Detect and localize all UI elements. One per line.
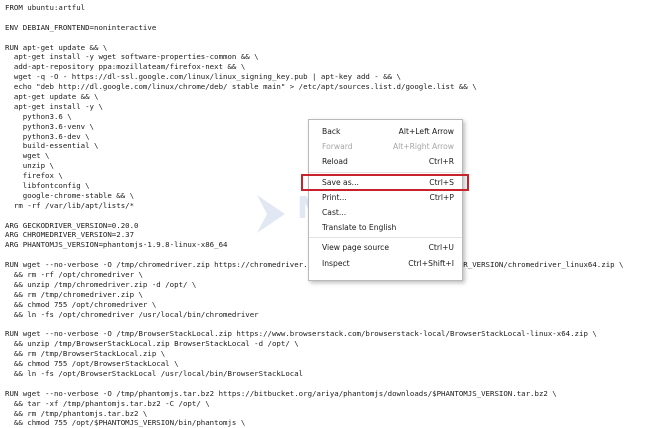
code-line: && chmod 755 /opt/BrowserStackLocal \	[5, 359, 179, 369]
menu-item-shortcut: Alt+Right Arrow	[392, 142, 454, 152]
code-line: RUN wget --no-verbose -O /tmp/BrowserSta…	[5, 329, 597, 339]
code-line: && unzip /tmp/chromedriver.zip -d /opt/ …	[5, 279, 197, 289]
menu-separator	[309, 171, 462, 173]
menu-item-shortcut: Ctrl+U	[428, 243, 454, 253]
code-line: apt-get update && \	[5, 92, 99, 102]
menu-item-translate[interactable]: Translate to English	[309, 220, 462, 235]
menu-item-shortcut: Ctrl+Shift+I	[408, 258, 454, 268]
menu-item-shortcut: Ctrl+S	[429, 177, 454, 187]
code-line: && rm /tmp/BrowserStackLocal.zip \	[5, 349, 166, 359]
code-line: && tar -xf /tmp/phantomjs.tar.bz2 -C /op…	[5, 398, 210, 408]
menu-item-label: Print...	[322, 192, 347, 202]
menu-item-label: Inspect	[322, 258, 350, 268]
menu-item-label: Reload	[322, 157, 348, 167]
menu-item-cast[interactable]: Cast...	[309, 205, 462, 220]
code-line: apt-get install -y wget software-propert…	[5, 52, 259, 62]
code-line: && rm /tmp/phantomjs.tar.bz2 \	[5, 408, 148, 418]
menu-item-label: Save as...	[322, 177, 359, 187]
code-line: && chmod 755 /opt/$PHANTOMJS_VERSION/bin…	[5, 418, 246, 428]
code-line: && ln -fs /opt/BrowserStackLocal /usr/lo…	[5, 368, 304, 378]
menu-item-label: Cast...	[322, 207, 347, 217]
code-line: wget -q -O - https://dl-ssl.google.com/l…	[5, 72, 402, 82]
menu-item-label: View page source	[322, 243, 390, 253]
code-line: && unzip /tmp/BrowserStackLocal.zip Brow…	[5, 339, 299, 349]
menu-item-save-as[interactable]: Save as... Ctrl+S	[301, 173, 469, 191]
code-line: echo "deb http://dl.google.com/linux/chr…	[5, 82, 477, 92]
menu-item-inspect[interactable]: Inspect Ctrl+Shift+I	[309, 256, 462, 271]
code-line: add-apt-repository ppa:mozillateam/firef…	[5, 62, 246, 72]
code-line: ENV DEBIAN_FRONTEND=noninteractive	[5, 22, 157, 32]
menu-item-back[interactable]: Back Alt+Left Arrow	[309, 124, 462, 139]
code-line: && ln -fs /opt/chromedriver /usr/local/b…	[5, 309, 259, 319]
menu-separator	[309, 237, 462, 239]
menu-item-forward[interactable]: Forward Alt+Right Arrow	[309, 139, 462, 154]
code-line: RUN apt-get update && \	[5, 42, 108, 52]
menu-item-shortcut: Ctrl+R	[428, 157, 454, 167]
context-menu: Back Alt+Left Arrow Forward Alt+Right Ar…	[301, 119, 469, 281]
code-line: && rm /tmp/chromedriver.zip \	[5, 289, 143, 299]
menu-item-view-page-source[interactable]: View page source Ctrl+U	[309, 240, 462, 255]
menu-item-reload[interactable]: Reload Ctrl+R	[309, 154, 462, 169]
code-line: && chmod 755 /opt/chromedriver \	[5, 299, 157, 309]
menu-item-shortcut: Alt+Left Arrow	[398, 127, 454, 136]
code-line: FROM ubuntu:artful	[5, 3, 86, 12]
menu-item-label: Translate to English	[322, 223, 397, 233]
code-line: apt-get install -y \	[5, 101, 103, 111]
menu-item-shortcut: Ctrl+P	[429, 192, 454, 202]
menu-item-label: Back	[322, 127, 341, 136]
menu-item-label: Forward	[322, 142, 353, 152]
menu-item-print[interactable]: Print... Ctrl+P	[309, 190, 462, 205]
code-line: RUN wget --no-verbose -O /tmp/phantomjs.…	[5, 388, 557, 398]
